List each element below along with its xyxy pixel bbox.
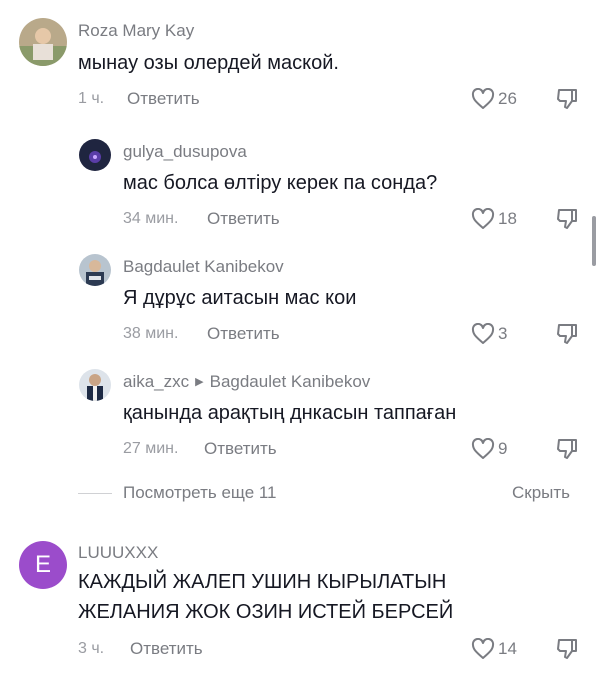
comment-text-line-1: КАЖДЫЙ ЖАЛЕП УШИН КЫРЫЛАТЫН — [78, 571, 447, 593]
comment-time: 1 ч. — [78, 90, 105, 107]
comment-username[interactable]: LUUUXXX — [78, 543, 158, 563]
comment-time: 3 ч. — [78, 640, 105, 657]
comment-username[interactable]: Bagdaulet Kanibekov — [123, 257, 284, 277]
dislike-button[interactable] — [556, 438, 578, 465]
avatar[interactable] — [19, 18, 67, 66]
comment-time: 34 мин. — [123, 210, 179, 227]
dislike-button[interactable] — [556, 88, 578, 115]
scrollbar[interactable] — [592, 216, 596, 266]
heart-outline-icon — [471, 438, 495, 459]
reply-to-username[interactable]: Bagdaulet Kanibekov — [210, 372, 371, 391]
like-count: 3 — [498, 324, 508, 343]
dislike-button[interactable] — [556, 638, 578, 665]
thumbs-down-icon — [557, 89, 577, 109]
comment-text: мынау озы олердей маской. — [78, 52, 339, 74]
comment-text-line-2: ЖЕЛАНИЯ ЖОК ОЗИН ИСТЕЙ БЕРСЕЙ — [78, 601, 454, 623]
username[interactable]: aika_zxc — [123, 372, 189, 391]
like-button[interactable]: 9 — [471, 438, 507, 460]
thumbs-down-icon — [557, 324, 577, 344]
like-button[interactable]: 14 — [471, 638, 517, 660]
dislike-button[interactable] — [556, 323, 578, 350]
avatar[interactable] — [79, 139, 111, 171]
heart-outline-icon — [471, 323, 495, 344]
like-button[interactable]: 26 — [471, 88, 517, 110]
reply-button[interactable]: Ответить — [127, 89, 200, 109]
reply-button[interactable]: Ответить — [207, 324, 280, 344]
like-button[interactable]: 18 — [471, 208, 517, 230]
hide-replies-button[interactable]: Скрыть — [512, 483, 570, 503]
avatar[interactable]: E — [19, 541, 67, 589]
comment-text: мас болса өлтіру керек па сонда? — [123, 172, 438, 194]
reply-button[interactable]: Ответить — [207, 209, 280, 229]
reply-button[interactable]: Ответить — [130, 639, 203, 659]
heart-outline-icon — [471, 208, 495, 229]
thumbs-down-icon — [557, 439, 577, 459]
like-button[interactable]: 3 — [471, 323, 507, 345]
thumbs-down-icon — [557, 209, 577, 229]
heart-outline-icon — [471, 88, 495, 109]
like-count: 18 — [498, 209, 517, 228]
thread-divider — [78, 493, 112, 494]
comment-time: 38 мин. — [123, 325, 179, 342]
like-count: 9 — [498, 439, 508, 458]
comment-time: 27 мин. — [123, 440, 179, 457]
dislike-button[interactable] — [556, 208, 578, 235]
comment-username[interactable]: gulya_dusupova — [123, 142, 247, 162]
comment-username: aika_zxc ▶ Bagdaulet Kanibekov — [123, 372, 370, 392]
comment-username[interactable]: Roza Mary Kay — [78, 21, 194, 41]
comment-text: Я дұрұс аитасын мас кои — [123, 287, 357, 309]
view-more-replies-button[interactable]: Посмотреть еще 11 — [123, 483, 277, 503]
reply-arrow-icon: ▶ — [195, 376, 204, 388]
like-count: 26 — [498, 89, 517, 108]
like-count: 14 — [498, 639, 517, 658]
heart-outline-icon — [471, 638, 495, 659]
comment-text: қанында арақтың днкасын таппаған — [123, 402, 457, 424]
reply-button[interactable]: Ответить — [204, 439, 277, 459]
avatar[interactable] — [79, 254, 111, 286]
thumbs-down-icon — [557, 639, 577, 659]
avatar[interactable] — [79, 369, 111, 401]
